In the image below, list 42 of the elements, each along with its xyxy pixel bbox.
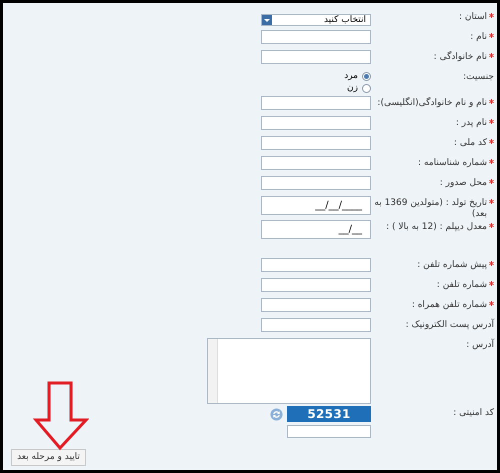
text-input[interactable] xyxy=(261,176,371,190)
text-input[interactable] xyxy=(261,30,371,44)
captcha-image: 52531 xyxy=(287,406,371,422)
text-input[interactable] xyxy=(261,298,371,312)
text-input[interactable] xyxy=(261,116,371,130)
masked-input[interactable]: __/__/____ xyxy=(261,196,371,215)
address-textarea[interactable] xyxy=(207,338,371,404)
captcha-input[interactable] xyxy=(287,425,371,438)
arrow-drawing xyxy=(33,381,89,451)
text-input[interactable] xyxy=(261,96,371,110)
text-input[interactable] xyxy=(261,258,371,272)
field-label: نام : xyxy=(470,32,487,43)
field-label: شماره تلفن همراه : xyxy=(412,300,487,311)
field-label: نام و نام خانوادگی(انگلیسی): xyxy=(377,98,487,109)
text-input[interactable] xyxy=(261,278,371,292)
field-label: جنسیت: xyxy=(463,72,494,83)
field-label: شماره شناسنامه : xyxy=(418,158,487,169)
text-input[interactable] xyxy=(261,50,371,64)
field-label: معدل دیپلم : (12 به بالا ) : xyxy=(386,222,487,233)
field-label: کد ملی : xyxy=(454,138,487,149)
field-label: پیش شماره تلفن : xyxy=(417,260,487,271)
field-label: شماره تلفن : xyxy=(436,280,487,291)
field-label: کد امنیتی : xyxy=(453,408,494,419)
field-label: آدرس پست الکترونیک : xyxy=(406,320,494,331)
next-step-button[interactable]: تایید و مرحله بعد xyxy=(11,449,86,466)
radio-label: مرد xyxy=(344,72,358,81)
field-label: نام خانوادگی : xyxy=(434,52,487,63)
field-label: نام پدر : xyxy=(456,118,487,129)
radio-label: زن xyxy=(347,84,358,93)
field-label: استان : xyxy=(458,12,487,23)
dropdown-icon xyxy=(262,15,272,25)
field-label: آدرس : xyxy=(466,340,494,351)
field-label: تاریخ تولد : (متولدین 1369 به بعد) xyxy=(374,198,487,220)
masked-input[interactable]: __/__ xyxy=(261,220,371,239)
province-select[interactable]: انتخاب کنید xyxy=(261,14,371,26)
text-input[interactable] xyxy=(261,318,371,332)
text-input[interactable] xyxy=(261,136,371,150)
radio-button[interactable] xyxy=(362,84,371,93)
radio-button[interactable] xyxy=(362,72,371,81)
field-label: محل صدور : xyxy=(440,178,487,189)
refresh-icon[interactable] xyxy=(270,408,283,420)
text-input[interactable] xyxy=(261,156,371,170)
